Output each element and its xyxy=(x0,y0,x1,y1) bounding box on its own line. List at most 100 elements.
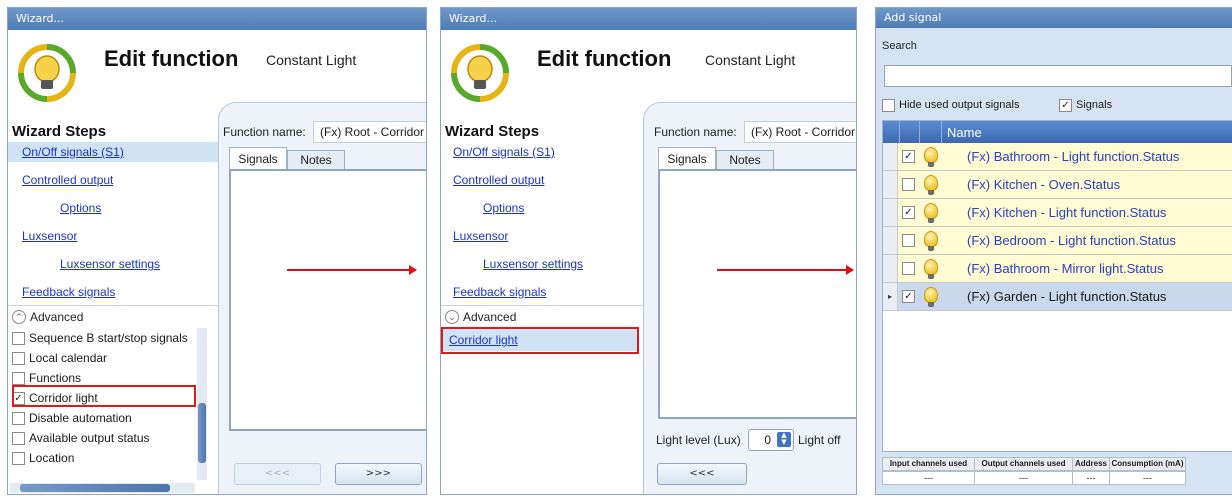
hide-used-output-signals-checkbox[interactable]: Hide used output signals xyxy=(882,95,1019,115)
scroll-thumb[interactable] xyxy=(20,484,170,492)
signals-checkbox[interactable]: ✓ Signals xyxy=(1059,95,1112,115)
advanced-list: Sequence B start/stop signals Local cale… xyxy=(8,328,206,486)
signal-name: (Fx) Kitchen - Oven.Status xyxy=(967,177,1121,192)
checkbox[interactable] xyxy=(12,432,25,446)
row-selector[interactable] xyxy=(883,171,898,198)
wizard-steps-title: Wizard Steps xyxy=(12,123,107,140)
constant-light-logo-icon xyxy=(18,44,76,102)
advanced-expander[interactable]: ⌄ Advanced xyxy=(441,305,651,328)
row-selector[interactable] xyxy=(883,199,898,226)
wizard-window-2: Wizard... Edit function Constant Light W… xyxy=(440,7,857,495)
checkbox-checked[interactable]: ✓ xyxy=(902,290,915,303)
next-button[interactable]: >>> xyxy=(335,463,422,485)
checkbox-checked[interactable]: ✓ xyxy=(902,150,915,163)
advanced-item[interactable]: Available output status xyxy=(12,428,150,448)
column-name-header[interactable]: Name xyxy=(947,125,982,140)
stat-header-output-channels: Output channels used xyxy=(974,457,1073,471)
tab-signals[interactable]: Signals xyxy=(229,147,287,170)
row-selector[interactable] xyxy=(883,143,898,170)
advanced-item[interactable]: Local calendar xyxy=(12,348,107,368)
vertical-scrollbar[interactable] xyxy=(197,328,207,480)
signal-row[interactable]: ✓ (Fx) Bathroom - Light function.Status xyxy=(883,143,1232,171)
window-title: Add signal xyxy=(876,8,1232,28)
tab-notes[interactable]: Notes xyxy=(287,150,345,170)
advanced-item[interactable]: Location xyxy=(12,448,74,468)
add-signal-window: Add signal Search Hide used output signa… xyxy=(875,7,1232,495)
light-level-label: Light level (Lux) xyxy=(656,433,741,447)
function-name-label: Function name: xyxy=(223,125,306,139)
scroll-thumb[interactable] xyxy=(198,403,206,463)
lightbulb-icon xyxy=(924,147,938,167)
search-input[interactable] xyxy=(884,65,1232,87)
stat-header-consumption: Consumption (mA) xyxy=(1109,457,1186,471)
light-level-value: 0 xyxy=(764,433,771,447)
lightbulb-icon xyxy=(924,231,938,251)
step-options[interactable]: Options xyxy=(483,201,524,215)
arrow-indicator xyxy=(717,265,854,275)
checkbox[interactable] xyxy=(902,178,915,191)
row-selector[interactable] xyxy=(883,255,898,282)
signal-row[interactable]: (Fx) Bathroom - Mirror light.Status xyxy=(883,255,1232,283)
step-options[interactable]: Options xyxy=(60,201,101,215)
advanced-item[interactable]: Disable automation xyxy=(12,408,132,428)
signal-row[interactable]: (Fx) Bedroom - Light function.Status xyxy=(883,227,1232,255)
search-label: Search xyxy=(882,40,917,52)
spinner-arrows-icon[interactable]: ▲ ▼ xyxy=(777,432,791,447)
hide-used-label: Hide used output signals xyxy=(899,99,1020,111)
tab-signals[interactable]: Signals xyxy=(658,147,716,170)
tab-notes[interactable]: Notes xyxy=(716,150,774,170)
checkbox[interactable] xyxy=(12,372,25,386)
checkbox[interactable] xyxy=(12,332,25,346)
highlight-box xyxy=(12,385,196,407)
stat-address: --- xyxy=(1072,471,1110,485)
checkbox[interactable] xyxy=(12,452,25,466)
lightbulb-icon xyxy=(924,259,938,279)
horizontal-scrollbar[interactable] xyxy=(10,483,195,493)
row-selector[interactable] xyxy=(883,227,898,254)
step-luxsensor[interactable]: Luxsensor xyxy=(453,229,508,243)
checkbox-checked[interactable]: ✓ xyxy=(1059,98,1072,112)
lightbulb-icon xyxy=(924,203,938,223)
checkbox-checked[interactable]: ✓ xyxy=(902,206,915,219)
step-controlled-output[interactable]: Controlled output xyxy=(22,173,113,187)
signal-name: (Fx) Bathroom - Light function.Status xyxy=(967,149,1180,164)
signal-row[interactable]: ✓ (Fx) Kitchen - Light function.Status xyxy=(883,199,1232,227)
step-on-off-signals[interactable]: On/Off signals (S1) xyxy=(22,145,124,159)
stat-header-address: Address xyxy=(1072,457,1110,471)
signal-name: (Fx) Bedroom - Light function.Status xyxy=(967,233,1176,248)
light-level-spinner[interactable]: 0 ▲ ▼ xyxy=(748,429,794,451)
function-name-label: Function name: xyxy=(654,125,737,139)
step-feedback-signals[interactable]: Feedback signals xyxy=(22,285,115,299)
back-button[interactable]: <<< xyxy=(657,463,747,485)
signals-label: Signals xyxy=(1076,99,1113,111)
signal-name: (Fx) Garden - Light function.Status xyxy=(967,289,1167,304)
window-title: Wizard... xyxy=(441,8,856,30)
constant-light-logo-icon xyxy=(451,44,509,102)
step-luxsensor[interactable]: Luxsensor xyxy=(22,229,77,243)
checkbox[interactable] xyxy=(12,412,25,426)
step-feedback-signals[interactable]: Feedback signals xyxy=(453,285,546,299)
checkbox[interactable] xyxy=(882,98,895,112)
signal-row[interactable]: ▸ ✓ (Fx) Garden - Light function.Status xyxy=(883,283,1232,311)
advanced-item-label: Location xyxy=(29,451,75,465)
function-name-input[interactable]: (Fx) Root - Corridor xyxy=(744,121,856,143)
advanced-item-label: Functions xyxy=(29,371,82,385)
wizard-steps-panel: Wizard Steps On/Off signals (S1) Control… xyxy=(441,115,651,494)
checkbox[interactable] xyxy=(12,352,25,366)
checkbox[interactable] xyxy=(902,262,915,275)
advanced-expander[interactable]: ⌃ Advanced xyxy=(8,305,218,328)
step-controlled-output[interactable]: Controlled output xyxy=(453,173,544,187)
checkbox[interactable] xyxy=(902,234,915,247)
current-row-indicator-icon[interactable]: ▸ xyxy=(883,283,898,310)
step-luxsensor-settings[interactable]: Luxsensor settings xyxy=(483,257,583,271)
signal-row[interactable]: (Fx) Kitchen - Oven.Status xyxy=(883,171,1232,199)
header-subtitle: Constant Light xyxy=(266,52,357,68)
advanced-item-label: Sequence B start/stop signals xyxy=(29,331,188,345)
step-on-off-signals[interactable]: On/Off signals (S1) xyxy=(453,145,555,159)
header-subtitle: Constant Light xyxy=(705,52,796,68)
back-button[interactable]: <<< xyxy=(234,463,321,485)
function-name-input[interactable]: (Fx) Root - Corridor xyxy=(313,121,426,143)
signal-name: (Fx) Bathroom - Mirror light.Status xyxy=(967,261,1164,276)
step-luxsensor-settings[interactable]: Luxsensor settings xyxy=(60,257,160,271)
advanced-item[interactable]: Sequence B start/stop signals xyxy=(12,328,188,348)
